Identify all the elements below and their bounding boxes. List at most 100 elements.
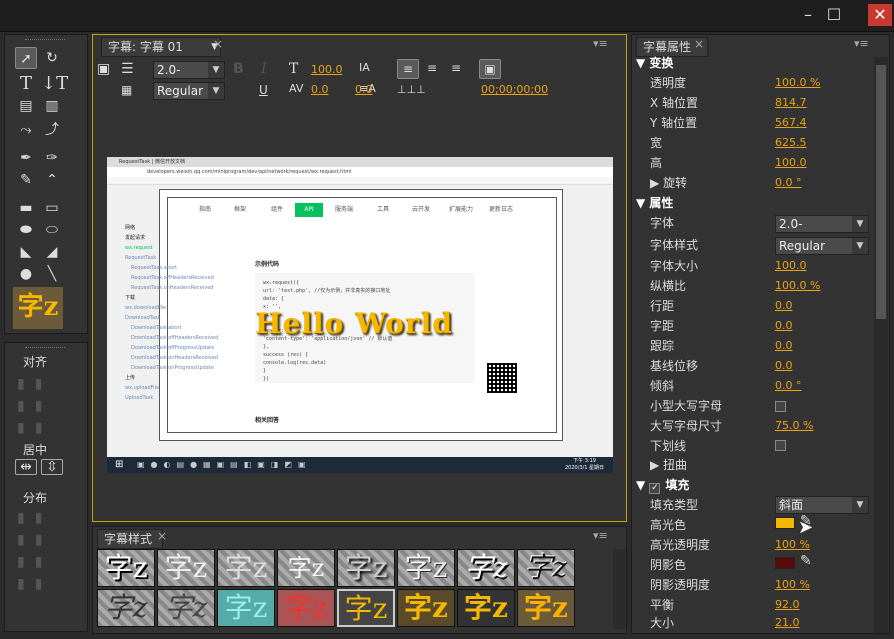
align-center-icon[interactable]: ≡	[421, 59, 443, 79]
title-text-object[interactable]: Hello World	[255, 307, 455, 343]
font-style-select[interactable]: Regular ▼	[775, 237, 869, 255]
opacity-value[interactable]: 100.0 %	[775, 73, 820, 93]
templates-icon[interactable]: ▦	[121, 83, 132, 97]
rounded-corner-tool-icon[interactable]: ⬭	[41, 219, 63, 241]
panel-menu-icon[interactable]: ▾≡	[854, 37, 869, 50]
sidebar-item[interactable]: RequestTask	[125, 253, 225, 263]
fill-type-select[interactable]: 斜面 ▼	[775, 496, 869, 514]
smallcaps-checkbox[interactable]	[775, 401, 786, 412]
delete-anchor-tool-icon[interactable]: ✑	[41, 147, 63, 169]
x-position-value[interactable]: 814.7	[775, 93, 807, 113]
sidebar-item[interactable]: RequestTask.abort	[125, 263, 225, 273]
highlight-color-swatch[interactable]	[775, 517, 795, 529]
rectangle-tool-icon[interactable]: ▬	[15, 197, 37, 219]
convert-anchor-tool-icon[interactable]: ⌃	[41, 169, 63, 191]
wedge-tool-icon[interactable]: ◣	[15, 241, 37, 263]
eyedropper-icon[interactable]: ✎	[800, 553, 812, 569]
style-thumbnail[interactable]: 字z	[97, 549, 155, 587]
size-value[interactable]: 21.0	[775, 613, 800, 633]
timecode-value[interactable]: 00;00;00;00	[481, 83, 548, 96]
font-style-select[interactable]: Regular ▼	[153, 82, 225, 100]
sidebar-item[interactable]: 发起请求	[125, 233, 225, 243]
style-thumbnail[interactable]: 字z	[217, 549, 275, 587]
arc-tool-icon[interactable]: ◢	[41, 241, 63, 263]
style-thumbnail-selected[interactable]: 字z	[337, 589, 395, 627]
distort-row[interactable]: ▶ 扭曲	[650, 455, 687, 475]
ellipse-tool-icon[interactable]: ●	[15, 263, 37, 285]
rotation-value[interactable]: 0.0 °	[775, 173, 802, 193]
style-thumbnail[interactable]: 字z	[277, 549, 335, 587]
sidebar-item[interactable]: DownloadTask	[125, 313, 225, 323]
width-value[interactable]: 625.5	[775, 133, 807, 153]
rotation-row[interactable]: ▶ 旋转	[650, 173, 687, 193]
sidebar-item[interactable]: DownloadTask.offHeadersReceived	[125, 333, 225, 343]
shadow-opacity-value[interactable]: 100 %	[775, 575, 810, 595]
shadow-color-swatch[interactable]	[775, 557, 795, 569]
font-family-select[interactable]: 2.0- ▼	[153, 61, 225, 79]
style-thumbnail[interactable]: 字z	[457, 589, 515, 627]
style-thumbnail[interactable]: 字z	[97, 589, 155, 627]
highlight-opacity-value[interactable]: 100 %	[775, 535, 810, 555]
font-size-value[interactable]: 100.0	[311, 63, 343, 76]
maximize-button[interactable]: ☐	[822, 4, 846, 26]
style-thumbnail[interactable]: 字z	[157, 549, 215, 587]
underline-checkbox[interactable]	[775, 440, 786, 451]
fill-checkbox-checked[interactable]: ✓	[649, 483, 661, 494]
bold-button[interactable]: B	[233, 61, 244, 77]
sidebar-item[interactable]: 网络	[125, 223, 225, 233]
kerning-value[interactable]: 0.0	[775, 316, 793, 336]
style-thumbnail[interactable]: 字z	[397, 589, 455, 627]
center-horizontal-icon[interactable]: ⇹	[15, 459, 37, 475]
clipped-corner-tool-icon[interactable]: ⬬	[15, 219, 37, 241]
sidebar-item[interactable]: UploadTask	[125, 393, 225, 403]
rotate-tool-icon[interactable]: ↻	[41, 47, 63, 69]
close-tab-icon[interactable]: ×	[213, 37, 223, 51]
vertical-area-type-tool-icon[interactable]: ▥	[41, 95, 63, 117]
style-thumbnail[interactable]: 字z	[157, 589, 215, 627]
styles-scrollbar[interactable]	[613, 549, 625, 629]
sidebar-item[interactable]: RequestTask.offHeadersReceived	[125, 273, 225, 283]
type-tool-icon[interactable]: T	[15, 73, 37, 95]
baseline-value[interactable]: 0.0	[775, 356, 793, 376]
panel-grip[interactable]	[25, 347, 65, 350]
style-thumbnail[interactable]: 字z	[337, 549, 395, 587]
style-thumbnail[interactable]: 字z	[277, 589, 335, 627]
sidebar-item[interactable]: DownloadTask.offProgressUpdate	[125, 343, 225, 353]
scrollbar-thumb[interactable]	[876, 65, 886, 319]
tab-title[interactable]: 字幕: 字幕 01 ▼	[101, 37, 221, 57]
minimize-button[interactable]: –	[796, 4, 820, 26]
align-right-icon[interactable]: ≡	[445, 59, 467, 79]
show-background-video-icon[interactable]: ▣	[479, 59, 501, 79]
balance-value[interactable]: 92.0	[775, 595, 800, 615]
close-tab-icon[interactable]: ×	[157, 529, 167, 543]
sidebar-item[interactable]: wx.request	[125, 243, 225, 253]
vertical-type-tool-icon[interactable]: ↓T	[41, 73, 68, 95]
fill-section[interactable]: ▼ ✓ 填充	[636, 475, 689, 495]
sidebar-item[interactable]: DownloadTask.abort	[125, 323, 225, 333]
align-left-icon[interactable]: ≡	[397, 59, 419, 79]
kerning-value[interactable]: 0.0	[311, 83, 329, 96]
roll-crawl-icon[interactable]: ▣	[97, 61, 110, 77]
sidebar-item[interactable]: 上传	[125, 373, 225, 383]
selection-tool-icon[interactable]: ➚	[15, 47, 37, 69]
add-anchor-tool-icon[interactable]: ✎	[15, 169, 37, 191]
transform-section[interactable]: ▼ 变换	[636, 53, 673, 73]
y-position-value[interactable]: 567.4	[775, 113, 807, 133]
sidebar-item[interactable]: 下载	[125, 293, 225, 303]
font-size-value[interactable]: 100.0	[775, 256, 807, 276]
line-tool-icon[interactable]: ╲	[41, 263, 63, 285]
font-family-select[interactable]: 2.0- ▼	[775, 215, 869, 233]
panel-menu-icon[interactable]: ▾≡	[593, 37, 608, 50]
rounded-rectangle-tool-icon[interactable]: ▭	[41, 197, 63, 219]
leading-value[interactable]: 0.0	[355, 83, 373, 96]
style-thumbnail[interactable]: 字z	[517, 589, 575, 627]
underline-button[interactable]: U	[259, 83, 268, 97]
sidebar-item[interactable]: RequestTask.onHeadersReceived	[125, 283, 225, 293]
title-canvas[interactable]: RequestTask | 微信开放文档 developers.weixin.q…	[107, 157, 613, 473]
sidebar-item[interactable]: wx.downloadFile	[125, 303, 225, 313]
sidebar-item[interactable]: DownloadTask.onProgressUpdate	[125, 363, 225, 373]
slant-value[interactable]: 0.0 °	[775, 376, 802, 396]
vertical-path-type-tool-icon[interactable]: ⤴	[41, 119, 63, 141]
smallcaps-size-value[interactable]: 75.0 %	[775, 416, 813, 436]
panel-menu-icon[interactable]: ▾≡	[593, 529, 608, 542]
